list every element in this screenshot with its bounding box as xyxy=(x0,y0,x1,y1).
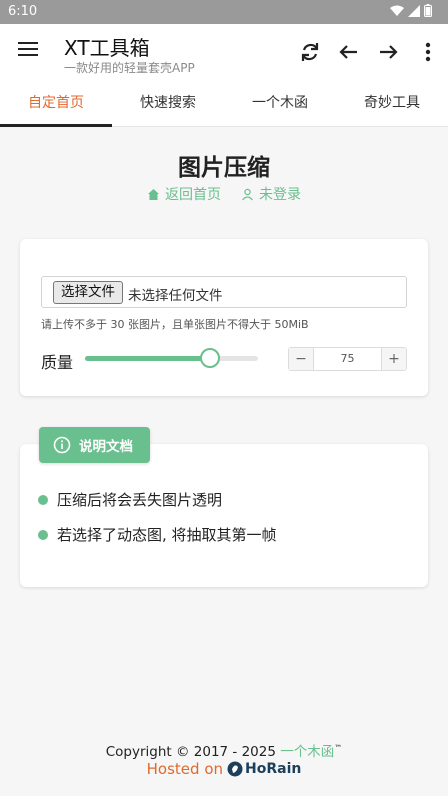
file-status: 未选择任何文件 xyxy=(128,288,223,304)
quality-label: 质量 xyxy=(41,353,74,372)
app-bar: XT工具箱 一款好用的轻量套壳APP xyxy=(0,24,448,80)
status-time: 6:10 xyxy=(8,4,38,19)
upload-hint: 请上传不多于 30 张图片，且单张图片不得大于 50MiB xyxy=(41,318,309,331)
horain-logo-icon xyxy=(227,761,243,777)
wifi-icon xyxy=(390,5,404,16)
page-title: 图片压缩 xyxy=(178,155,270,181)
status-icons xyxy=(390,4,432,17)
file-input[interactable]: 选择文件 未选择任何文件 xyxy=(41,276,407,308)
refresh-button[interactable] xyxy=(296,38,324,66)
home-icon xyxy=(148,188,159,200)
tab-wonder-tools[interactable]: 奇妙工具 xyxy=(336,80,448,126)
more-vert-icon xyxy=(425,42,431,62)
increment-button[interactable]: + xyxy=(381,348,406,370)
quality-slider[interactable] xyxy=(85,348,258,368)
trademark: ™ xyxy=(334,743,343,753)
copyright-text: Copyright © 2017 - 2025 xyxy=(105,744,276,760)
refresh-icon xyxy=(301,43,319,61)
footer-copyright: Copyright © 2017 - 2025 一个木函™ xyxy=(0,740,448,761)
status-bar: 6:10 xyxy=(0,0,448,24)
tab-custom-home[interactable]: 自定首页 xyxy=(0,80,112,127)
login-link[interactable]: 未登录 xyxy=(241,184,301,204)
app-title: XT工具箱 xyxy=(64,36,150,60)
upload-card: 选择文件 未选择任何文件 请上传不多于 30 张图片，且单张图片不得大于 50M… xyxy=(20,239,428,396)
quality-value-input[interactable]: 75 xyxy=(314,348,381,370)
list-item: 若选择了动态图, 将抽取其第一帧 xyxy=(37,524,277,559)
horain-link[interactable]: HoRain xyxy=(227,761,301,777)
tab-quick-search[interactable]: 快速搜索 xyxy=(112,80,224,126)
user-icon xyxy=(242,188,253,200)
app-subtitle: 一款好用的轻量套壳APP xyxy=(64,61,195,75)
back-home-link[interactable]: 返回首页 xyxy=(147,184,221,204)
more-button[interactable] xyxy=(414,38,442,66)
docs-list: 压缩后将会丢失图片透明 若选择了动态图, 将抽取其第一帧 xyxy=(37,489,277,559)
docs-badge: 说明文档 xyxy=(39,427,150,463)
docs-card: 压缩后将会丢失图片透明 若选择了动态图, 将抽取其第一帧 xyxy=(20,444,428,587)
header-links: 返回首页 未登录 xyxy=(0,184,448,204)
menu-icon xyxy=(18,42,38,44)
decrement-button[interactable]: − xyxy=(289,348,314,370)
footer-hosted: Hosted on HoRain xyxy=(0,760,448,778)
tab-bar: 自定首页 快速搜索 一个木函 奇妙工具 xyxy=(0,80,448,127)
brand-link[interactable]: 一个木函 xyxy=(280,744,334,760)
arrow-left-icon xyxy=(339,45,357,59)
login-label: 未登录 xyxy=(259,187,301,203)
tab-mutoolbox[interactable]: 一个木函 xyxy=(224,80,336,126)
quality-stepper: − 75 + xyxy=(288,347,407,371)
quality-slider-fill xyxy=(85,356,210,361)
back-home-label: 返回首页 xyxy=(165,187,221,203)
arrow-right-icon xyxy=(380,45,398,59)
hosted-on-text: Hosted on xyxy=(146,760,224,778)
list-item: 压缩后将会丢失图片透明 xyxy=(37,489,277,524)
choose-file-button[interactable]: 选择文件 xyxy=(53,281,123,304)
info-icon xyxy=(53,436,71,454)
docs-badge-label: 说明文档 xyxy=(79,439,133,455)
menu-button[interactable] xyxy=(14,38,42,66)
battery-icon xyxy=(424,4,432,17)
horain-label: HoRain xyxy=(245,761,302,777)
signal-icon xyxy=(408,4,420,17)
quality-slider-thumb[interactable] xyxy=(199,348,220,368)
back-button[interactable] xyxy=(335,38,363,66)
forward-button[interactable] xyxy=(374,38,402,66)
